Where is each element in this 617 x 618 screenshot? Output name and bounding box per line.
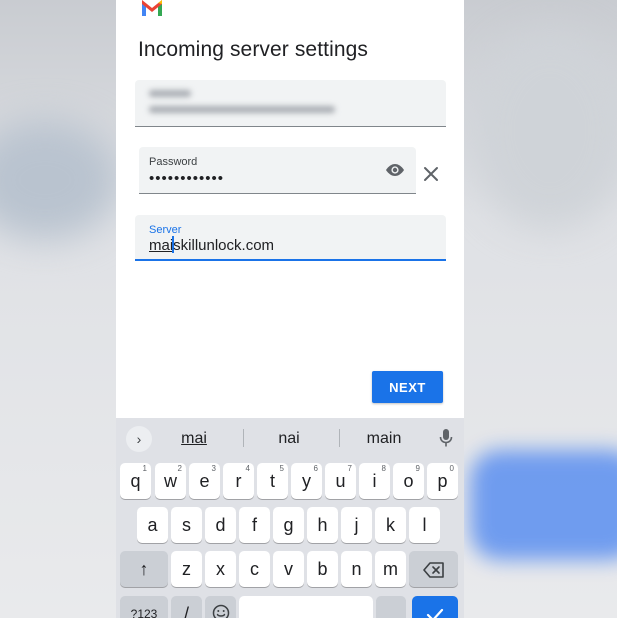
key-e[interactable]: e3 [189, 463, 220, 499]
server-field[interactable]: Server maiskillunlock.com [135, 215, 446, 261]
shift-key[interactable]: ↑ [120, 551, 168, 587]
key-q[interactable]: q1 [120, 463, 151, 499]
server-value-composing: mai [149, 237, 174, 254]
suggestion-bar: › mai nai main [116, 418, 464, 458]
microphone-icon[interactable] [439, 428, 453, 448]
key-b[interactable]: b [307, 551, 338, 587]
comma-key[interactable]: / [171, 596, 202, 618]
key-s[interactable]: s [171, 507, 202, 543]
gmail-logo-icon [142, 0, 162, 16]
suggestion-divider [243, 429, 244, 447]
background-blur-blue [470, 450, 617, 560]
key-o[interactable]: o9 [393, 463, 424, 499]
soft-keyboard: › mai nai main q1 w2 e3 r4 t5 y6 u7 i8 o… [116, 418, 464, 618]
backspace-icon [422, 562, 444, 578]
next-button[interactable]: NEXT [372, 371, 443, 403]
key-g[interactable]: g [273, 507, 304, 543]
server-value-rest: skillunlock.com [173, 237, 275, 254]
background-blur-right [470, 30, 617, 230]
key-i[interactable]: i8 [359, 463, 390, 499]
key-h[interactable]: h [307, 507, 338, 543]
key-t[interactable]: t5 [257, 463, 288, 499]
emoji-key[interactable] [205, 596, 236, 618]
phone-screen: Incoming server settings Password ••••••… [116, 0, 464, 618]
key-y[interactable]: y6 [291, 463, 322, 499]
key-l[interactable]: l [409, 507, 440, 543]
emoji-icon [212, 604, 229, 618]
key-m[interactable]: m [375, 551, 406, 587]
key-p[interactable]: p0 [427, 463, 458, 499]
symbols-key[interactable]: ?123 [120, 596, 168, 618]
page-title: Incoming server settings [138, 38, 368, 61]
backspace-key[interactable] [409, 551, 458, 587]
key-z[interactable]: z [171, 551, 202, 587]
key-n[interactable]: n [341, 551, 372, 587]
password-field[interactable]: Password •••••••••••• [139, 147, 416, 194]
checkmark-icon [426, 608, 444, 618]
server-label: Server [149, 224, 182, 236]
suggestion-2[interactable]: nai [261, 430, 317, 448]
username-label-blurred [149, 90, 191, 97]
suggestion-divider [339, 429, 340, 447]
eye-icon[interactable] [384, 161, 406, 179]
space-key[interactable] [239, 596, 373, 618]
background-blur-left [0, 120, 120, 240]
key-x[interactable]: x [205, 551, 236, 587]
key-v[interactable]: v [273, 551, 304, 587]
password-label: Password [149, 156, 198, 168]
server-value: maiskillunlock.com [149, 236, 274, 254]
suggestion-3[interactable]: main [354, 430, 414, 448]
close-icon[interactable] [423, 166, 439, 182]
key-u[interactable]: u7 [325, 463, 356, 499]
key-j[interactable]: j [341, 507, 372, 543]
username-field[interactable] [135, 80, 446, 127]
key-a[interactable]: a [137, 507, 168, 543]
period-key[interactable] [376, 596, 406, 618]
suggestion-1[interactable]: mai [166, 430, 222, 448]
key-r[interactable]: r4 [223, 463, 254, 499]
key-k[interactable]: k [375, 507, 406, 543]
key-d[interactable]: d [205, 507, 236, 543]
username-value-blurred [149, 106, 335, 113]
password-value: •••••••••••• [149, 170, 225, 187]
enter-key[interactable] [412, 596, 458, 618]
key-w[interactable]: w2 [155, 463, 186, 499]
key-c[interactable]: c [239, 551, 270, 587]
expand-arrow-icon[interactable]: › [126, 426, 152, 452]
key-f[interactable]: f [239, 507, 270, 543]
